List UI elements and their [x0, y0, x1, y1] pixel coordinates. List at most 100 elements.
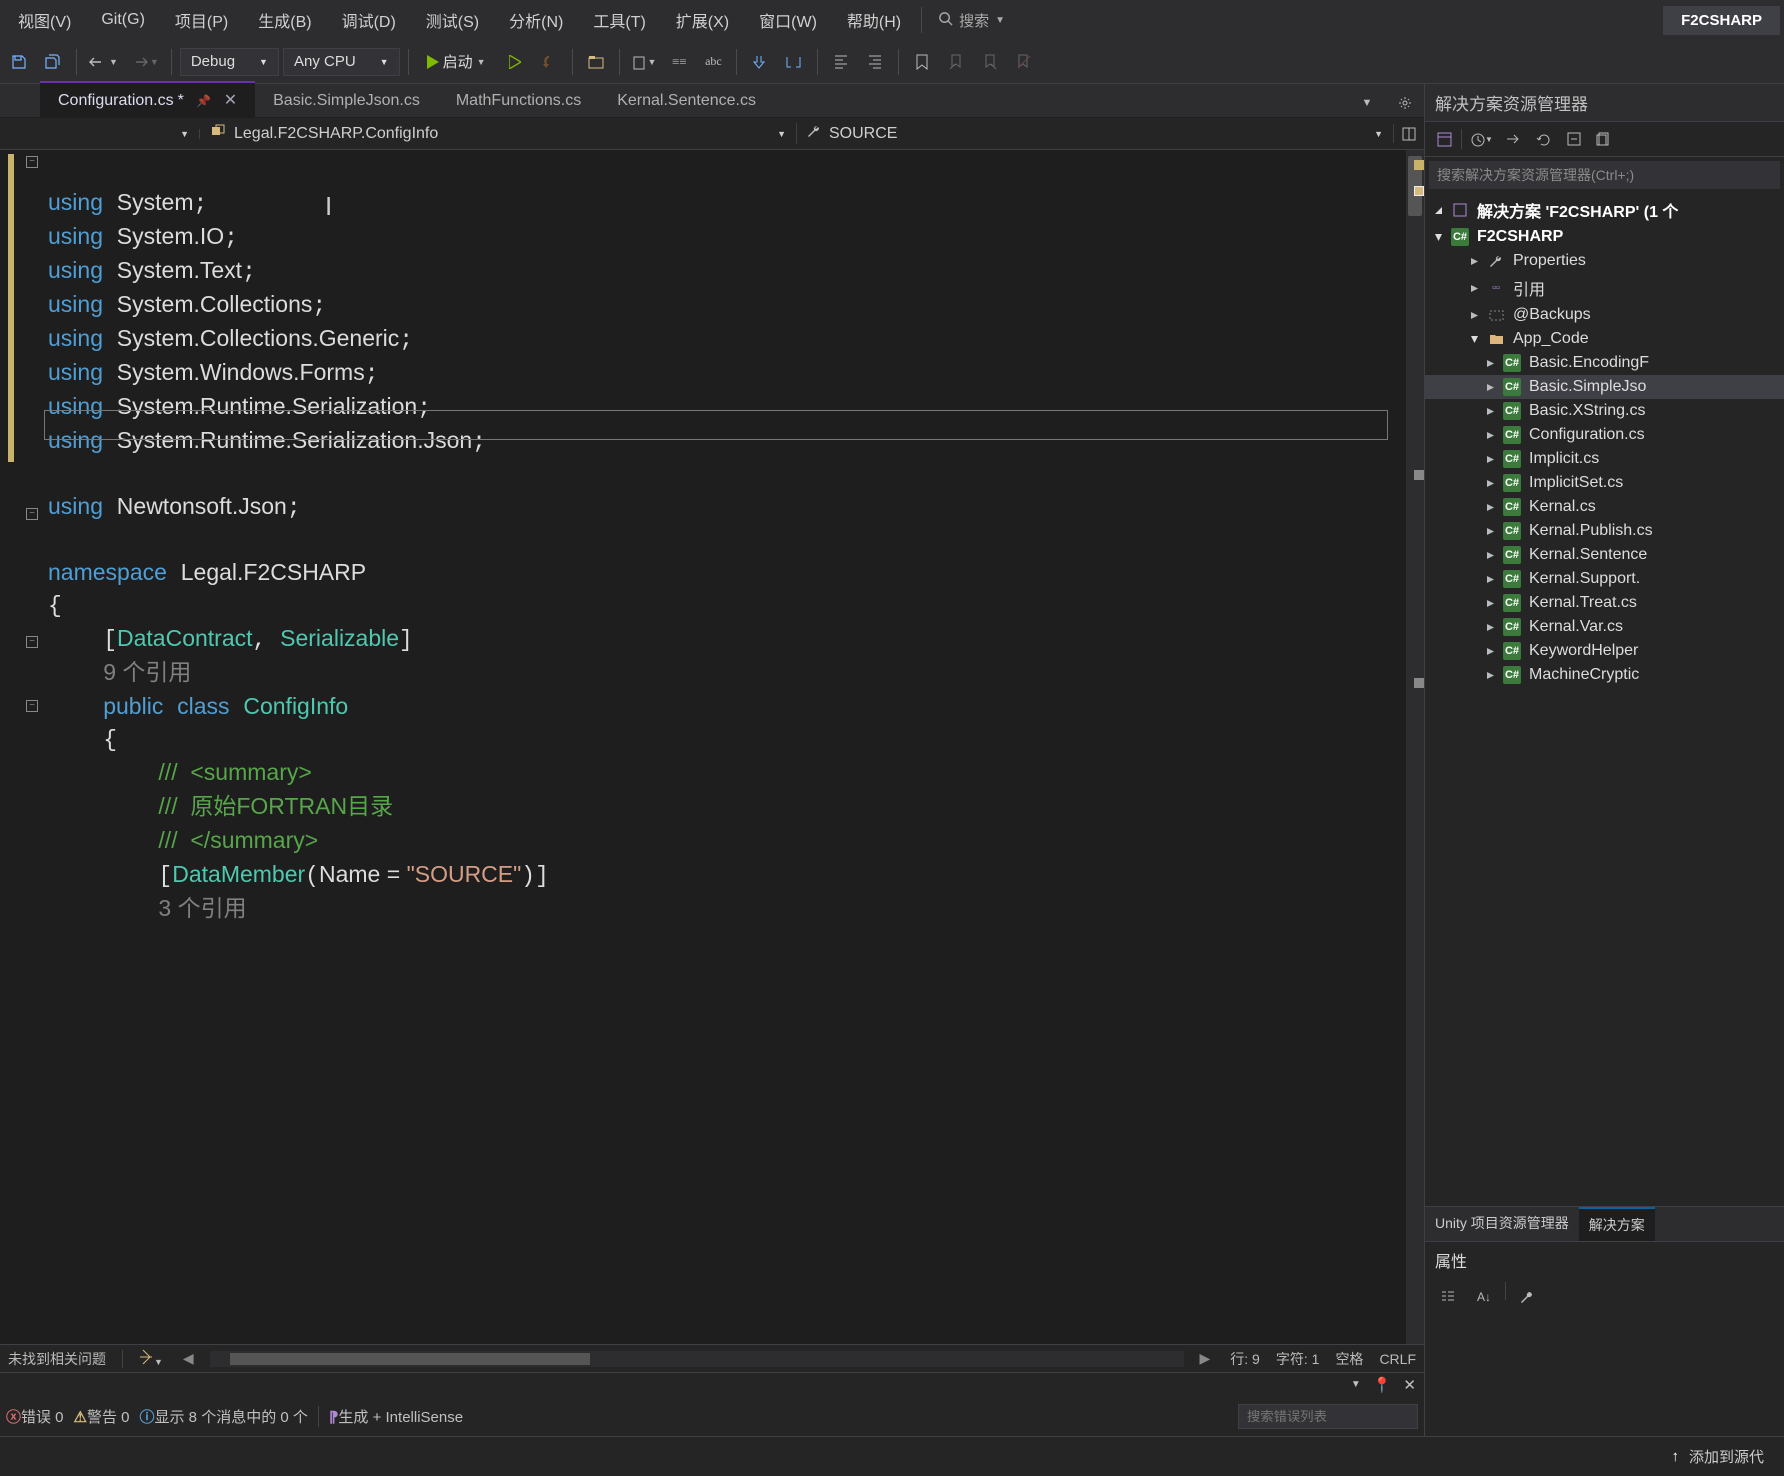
menu-build[interactable]: 生成(B) — [244, 2, 325, 38]
indent-indicator[interactable]: 空格 — [1335, 1349, 1363, 1369]
save-all-button[interactable] — [38, 47, 68, 77]
codelens-references[interactable]: 9 个引用 — [103, 659, 191, 685]
error-search-input[interactable] — [1238, 1404, 1418, 1429]
file-node[interactable]: C#Implicit.cs — [1425, 447, 1784, 471]
horizontal-scrollbar[interactable] — [210, 1351, 1184, 1367]
tab-kernal-sentence[interactable]: Kernal.Sentence.cs — [599, 85, 774, 117]
refresh-button[interactable] — [1531, 126, 1557, 152]
fold-toggle[interactable]: − — [26, 700, 38, 712]
tab-solution-explorer[interactable]: 解决方案 — [1579, 1207, 1655, 1241]
file-node[interactable]: C#KeywordHelper — [1425, 639, 1784, 663]
menu-window[interactable]: 窗口(W) — [745, 2, 831, 38]
pin-icon[interactable]: 📍 — [1373, 1376, 1392, 1394]
code-text[interactable]: using System; using System.IO;I using Sy… — [42, 150, 1406, 1344]
file-node[interactable]: C#Basic.EncodingF — [1425, 351, 1784, 375]
fold-toggle[interactable]: − — [26, 508, 38, 520]
menu-debug[interactable]: 调试(D) — [328, 2, 410, 38]
fold-toggle[interactable]: − — [26, 156, 38, 168]
close-icon[interactable]: ✕ — [1403, 1376, 1416, 1394]
warning-count[interactable]: ⚠警告 0 — [74, 1406, 130, 1427]
configuration-dropdown[interactable]: Debug ▼ — [180, 48, 279, 76]
expand-toggle[interactable] — [1433, 205, 1443, 215]
scroll-right-arrow[interactable]: ▶ — [1196, 1350, 1215, 1367]
file-node[interactable]: C#Kernal.Treat.cs — [1425, 591, 1784, 615]
new-item-button[interactable]: ▼ — [628, 47, 661, 77]
indent-button[interactable] — [826, 47, 856, 77]
file-node[interactable]: C#Basic.SimpleJso — [1425, 375, 1784, 399]
categorized-button[interactable] — [1433, 1282, 1463, 1312]
codelens-references[interactable]: 3 个引用 — [158, 895, 246, 921]
backups-folder-node[interactable]: @Backups — [1425, 303, 1784, 327]
history-button[interactable]: ▼ — [1466, 126, 1497, 152]
tab-settings-button[interactable] — [1390, 88, 1420, 118]
chevron-down-icon[interactable]: ▼ — [1351, 1379, 1361, 1390]
issues-label[interactable]: 未找到相关问题 — [8, 1349, 106, 1369]
properties-node[interactable]: Properties — [1425, 249, 1784, 273]
menu-analyze[interactable]: 分析(N) — [495, 2, 577, 38]
expand-toggle[interactable] — [1469, 283, 1479, 293]
file-node[interactable]: C#Basic.XString.cs — [1425, 399, 1784, 423]
menu-view[interactable]: 视图(V) — [4, 2, 85, 38]
sync-button[interactable] — [1501, 126, 1527, 152]
file-node[interactable]: C#ImplicitSet.cs — [1425, 471, 1784, 495]
solution-search-input[interactable]: 搜索解决方案资源管理器(Ctrl+;) — [1429, 161, 1780, 189]
menu-git[interactable]: Git(G) — [87, 5, 159, 35]
step-into-button[interactable] — [745, 47, 775, 77]
comment-lines-button[interactable]: ≡≡ — [664, 47, 694, 77]
quick-actions-icon[interactable]: ▼ — [139, 1349, 163, 1368]
vertical-scrollbar[interactable] — [1406, 150, 1424, 1344]
file-node[interactable]: C#Kernal.Publish.cs — [1425, 519, 1784, 543]
menu-tools[interactable]: 工具(T) — [579, 2, 659, 38]
expand-toggle[interactable] — [1469, 334, 1479, 344]
pin-icon[interactable]: 📌 — [196, 94, 211, 108]
solution-node[interactable]: 解决方案 'F2CSHARP' (1 个 — [1425, 195, 1784, 225]
hot-reload-button[interactable] — [534, 47, 564, 77]
tab-overflow-button[interactable]: ▼ — [1352, 88, 1382, 118]
open-file-button[interactable] — [581, 47, 611, 77]
menu-help[interactable]: 帮助(H) — [833, 2, 915, 38]
step-over-button[interactable] — [779, 47, 809, 77]
start-without-debug-button[interactable] — [500, 47, 530, 77]
close-icon[interactable]: ✕ — [224, 92, 237, 109]
expand-toggle[interactable] — [1469, 310, 1479, 320]
eol-indicator[interactable]: CRLF — [1379, 1351, 1416, 1367]
scroll-left-arrow[interactable]: ◀ — [179, 1350, 198, 1367]
global-search[interactable]: 搜索 ▼ — [928, 10, 1015, 31]
tab-basic-simplejson[interactable]: Basic.SimpleJson.cs — [255, 85, 438, 117]
clear-bookmarks-button[interactable] — [1009, 47, 1039, 77]
redo-button[interactable]: ▼ — [126, 47, 163, 77]
app-code-folder-node[interactable]: App_Code — [1425, 327, 1784, 351]
line-indicator[interactable]: 行: 9 — [1230, 1349, 1260, 1369]
nav-member-dropdown[interactable]: SOURCE ▼ — [797, 124, 1394, 143]
expand-toggle[interactable] — [1469, 256, 1479, 266]
file-node[interactable]: C#Kernal.Var.cs — [1425, 615, 1784, 639]
error-count[interactable]: ⓧ错误 0 — [6, 1406, 64, 1427]
fold-toggle[interactable]: − — [26, 636, 38, 648]
tab-mathfunctions[interactable]: MathFunctions.cs — [438, 85, 599, 117]
info-count[interactable]: ⓘ显示 8 个消息中的 0 个 — [140, 1406, 308, 1427]
file-node[interactable]: C#Kernal.Support. — [1425, 567, 1784, 591]
text-button[interactable]: abc — [698, 47, 728, 77]
scrollbar-thumb[interactable] — [230, 1353, 590, 1365]
add-to-source-control[interactable]: 添加到源代 — [1689, 1446, 1764, 1467]
property-pages-button[interactable] — [1512, 1282, 1542, 1312]
split-editor-button[interactable] — [1394, 119, 1424, 149]
code-editor[interactable]: − − − − using System; using System.IO;I … — [0, 150, 1424, 1344]
nav-class-dropdown[interactable]: Legal.F2CSHARP.ConfigInfo ▼ — [200, 123, 797, 144]
outdent-button[interactable] — [860, 47, 890, 77]
prev-bookmark-button[interactable] — [941, 47, 971, 77]
column-indicator[interactable]: 字符: 1 — [1276, 1349, 1320, 1369]
menu-project[interactable]: 项目(P) — [161, 2, 242, 38]
file-node[interactable]: C#Kernal.Sentence — [1425, 543, 1784, 567]
file-node[interactable]: C#Kernal.cs — [1425, 495, 1784, 519]
start-debug-button[interactable]: 启动 ▼ — [417, 47, 496, 77]
menu-test[interactable]: 测试(S) — [412, 2, 493, 38]
undo-button[interactable]: ▼ — [85, 47, 122, 77]
tab-unity-explorer[interactable]: Unity 项目资源管理器 — [1425, 1207, 1579, 1241]
project-node[interactable]: C# F2CSHARP — [1425, 225, 1784, 249]
nav-project-dropdown[interactable]: ▼ — [0, 129, 200, 139]
next-bookmark-button[interactable] — [975, 47, 1005, 77]
expand-toggle[interactable] — [1433, 232, 1443, 242]
menu-extensions[interactable]: 扩展(X) — [662, 2, 743, 38]
save-button[interactable] — [4, 47, 34, 77]
